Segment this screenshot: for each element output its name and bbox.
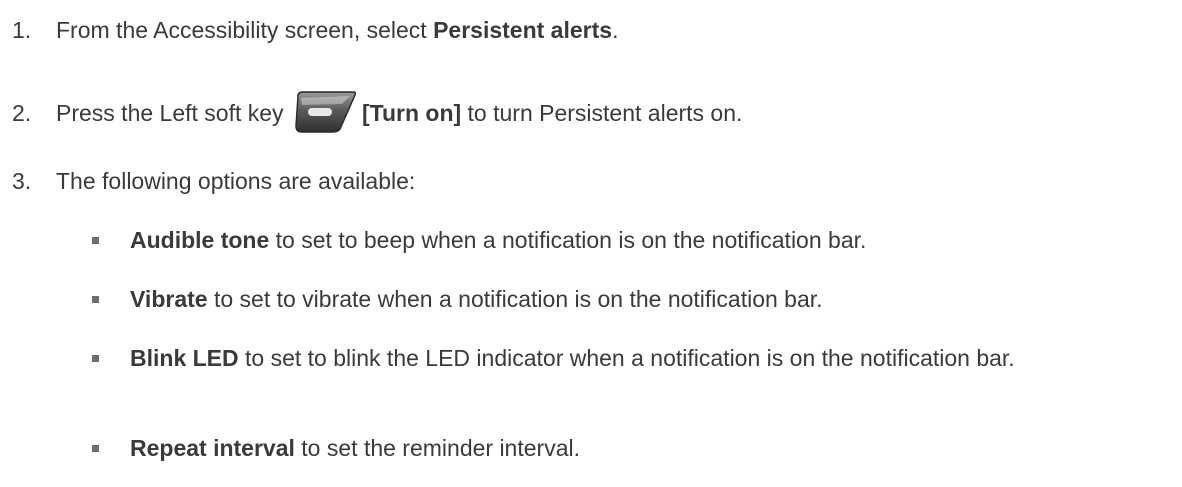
step-number: 3.: [12, 168, 32, 194]
bullet-icon: [92, 237, 99, 244]
step-text-end: .: [612, 17, 619, 43]
step-1: 1. From the Accessibility screen, select …: [12, 15, 618, 45]
option-repeat-interval: Repeat interval to set the reminder inte…: [92, 433, 1160, 463]
bullet-icon: [92, 445, 99, 452]
step-3: 3. The following options are available:: [12, 166, 415, 196]
left-soft-key-icon: [292, 90, 358, 134]
step-text-end: to turn Persistent alerts on.: [461, 100, 743, 126]
bullet-icon: [92, 355, 99, 362]
option-description: to set to beep when a notification is on…: [269, 227, 867, 253]
instructions-page: 1. From the Accessibility screen, select …: [0, 0, 1182, 487]
step-2: 2. Press the Left soft key [Turn on] to t…: [12, 90, 742, 134]
step-text: From the Accessibility screen, select: [56, 17, 434, 43]
turn-on-label: [Turn on]: [361, 100, 462, 126]
option-blink-led: Blink LED to set to blink the LED indica…: [92, 343, 1160, 373]
option-audible-tone: Audible tone to set to beep when a notif…: [92, 225, 1160, 255]
step-text: Press the Left soft key: [56, 100, 290, 126]
option-description: to set to vibrate when a notification is…: [207, 286, 823, 312]
option-description: to set the reminder interval.: [294, 435, 580, 461]
persistent-alerts-label: Persistent alerts: [433, 17, 613, 43]
step-number: 1.: [12, 17, 32, 43]
option-label: Vibrate: [130, 286, 208, 312]
option-label: Blink LED: [130, 345, 239, 371]
option-vibrate: Vibrate to set to vibrate when a notific…: [92, 284, 1160, 314]
step-text: The following options are available:: [56, 168, 416, 194]
option-label: Audible tone: [130, 227, 270, 253]
bullet-icon: [92, 296, 99, 303]
option-label: Repeat interval: [130, 435, 295, 461]
step-number: 2.: [12, 100, 32, 126]
option-description: to set to blink the LED indicator when a…: [238, 345, 1015, 371]
